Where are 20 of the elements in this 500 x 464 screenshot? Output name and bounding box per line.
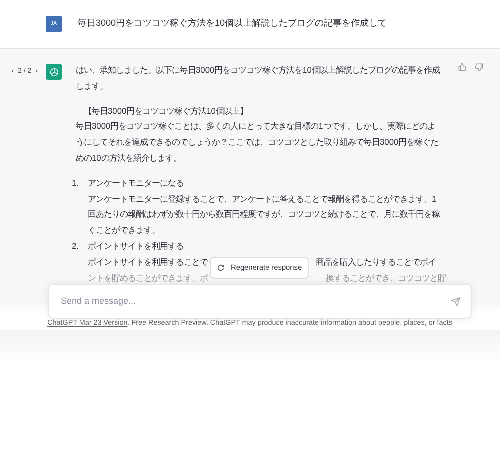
list-number: 2. [72, 240, 80, 253]
thumbs-down-icon[interactable] [475, 63, 484, 72]
user-message: 毎日3000円をコツコツ稼ぐ方法を10個以上解説したブログの記事を作成して [78, 17, 388, 30]
list-item-text: 換することができ、コツコツと貯 [326, 272, 446, 283]
list-number: 1. [72, 176, 80, 190]
list-item-description: アンケートモニターに登録することで、アンケートに答えることで報酬を得ることができます。1回あたりの報酬はわずか数十円から数百円程度ですが、コツコツと続けることで、月に数千円を稼ぐことができます。 [88, 192, 440, 238]
article-heading: 【毎日3000円をコツコツ稼ぐ方法10個以上】 [83, 104, 249, 118]
list-item-title: アンケートモニターになる [88, 176, 185, 190]
send-icon[interactable] [451, 296, 461, 306]
refresh-icon [217, 264, 225, 272]
thumbs-up-icon[interactable] [458, 63, 467, 72]
article-paragraph: 毎日3000円をコツコツ稼ぐことは、多くの人にとって大きな目標の1つです。しかし、実際にどのようにしてそれを達成できるのでしょうか？ここでは、コツコツとした取り組みで毎日3000円を稼ぐための10の方法を紹介します。 [76, 120, 440, 165]
assistant-avatar [46, 64, 62, 80]
list-item-text: ントを貯めることができます。ポ [88, 272, 208, 283]
message-field[interactable]: Send a message... [59, 294, 451, 310]
response-intro: はい、承知しました。以下に毎日3000円をコツコツ稼ぐ方法を10個以上解説したブログの記事を作成します。 [76, 64, 440, 93]
list-item-text: 商品を購入したりすることでポイ [316, 256, 436, 267]
list-item-title: ポイントサイトを利用する [88, 240, 185, 253]
list-item-text: ポイントサイトを利用することで [88, 256, 208, 267]
message-input[interactable]: Send a message... [48, 284, 472, 319]
